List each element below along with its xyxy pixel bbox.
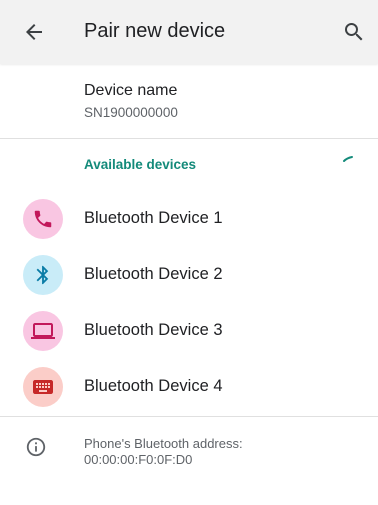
info-icon [25, 436, 47, 458]
available-devices-header: Available devices [84, 157, 197, 172]
device-label: Bluetooth Device 1 [84, 209, 223, 227]
app-bar: Pair new device [0, 0, 378, 64]
bluetooth-address-text: Phone's Bluetooth address: 00:00:00:F0:0… [84, 436, 243, 467]
phone-icon [23, 199, 63, 239]
device-label: Bluetooth Device 2 [84, 265, 223, 283]
device-name-label: Device name [84, 82, 178, 99]
search-icon[interactable] [342, 20, 366, 44]
device-list-item[interactable]: Bluetooth Device 1 [0, 191, 378, 247]
divider [0, 416, 378, 417]
page-title: Pair new device [84, 20, 226, 42]
device-label: Bluetooth Device 4 [84, 377, 223, 395]
device-list-item[interactable]: Bluetooth Device 3 [0, 303, 378, 359]
divider [0, 138, 378, 139]
device-label: Bluetooth Device 3 [84, 321, 223, 339]
laptop-icon [23, 311, 63, 351]
bluetooth-icon [23, 255, 63, 295]
keyboard-icon [23, 367, 63, 407]
arrow-back-icon[interactable] [22, 20, 46, 44]
device-name-item[interactable]: Device name SN1900000000 [0, 64, 378, 138]
device-name-value: SN1900000000 [84, 105, 178, 120]
device-list-item[interactable]: Bluetooth Device 4 [0, 359, 378, 415]
progress-spinner-icon [341, 151, 357, 167]
device-list-item[interactable]: Bluetooth Device 2 [0, 247, 378, 303]
